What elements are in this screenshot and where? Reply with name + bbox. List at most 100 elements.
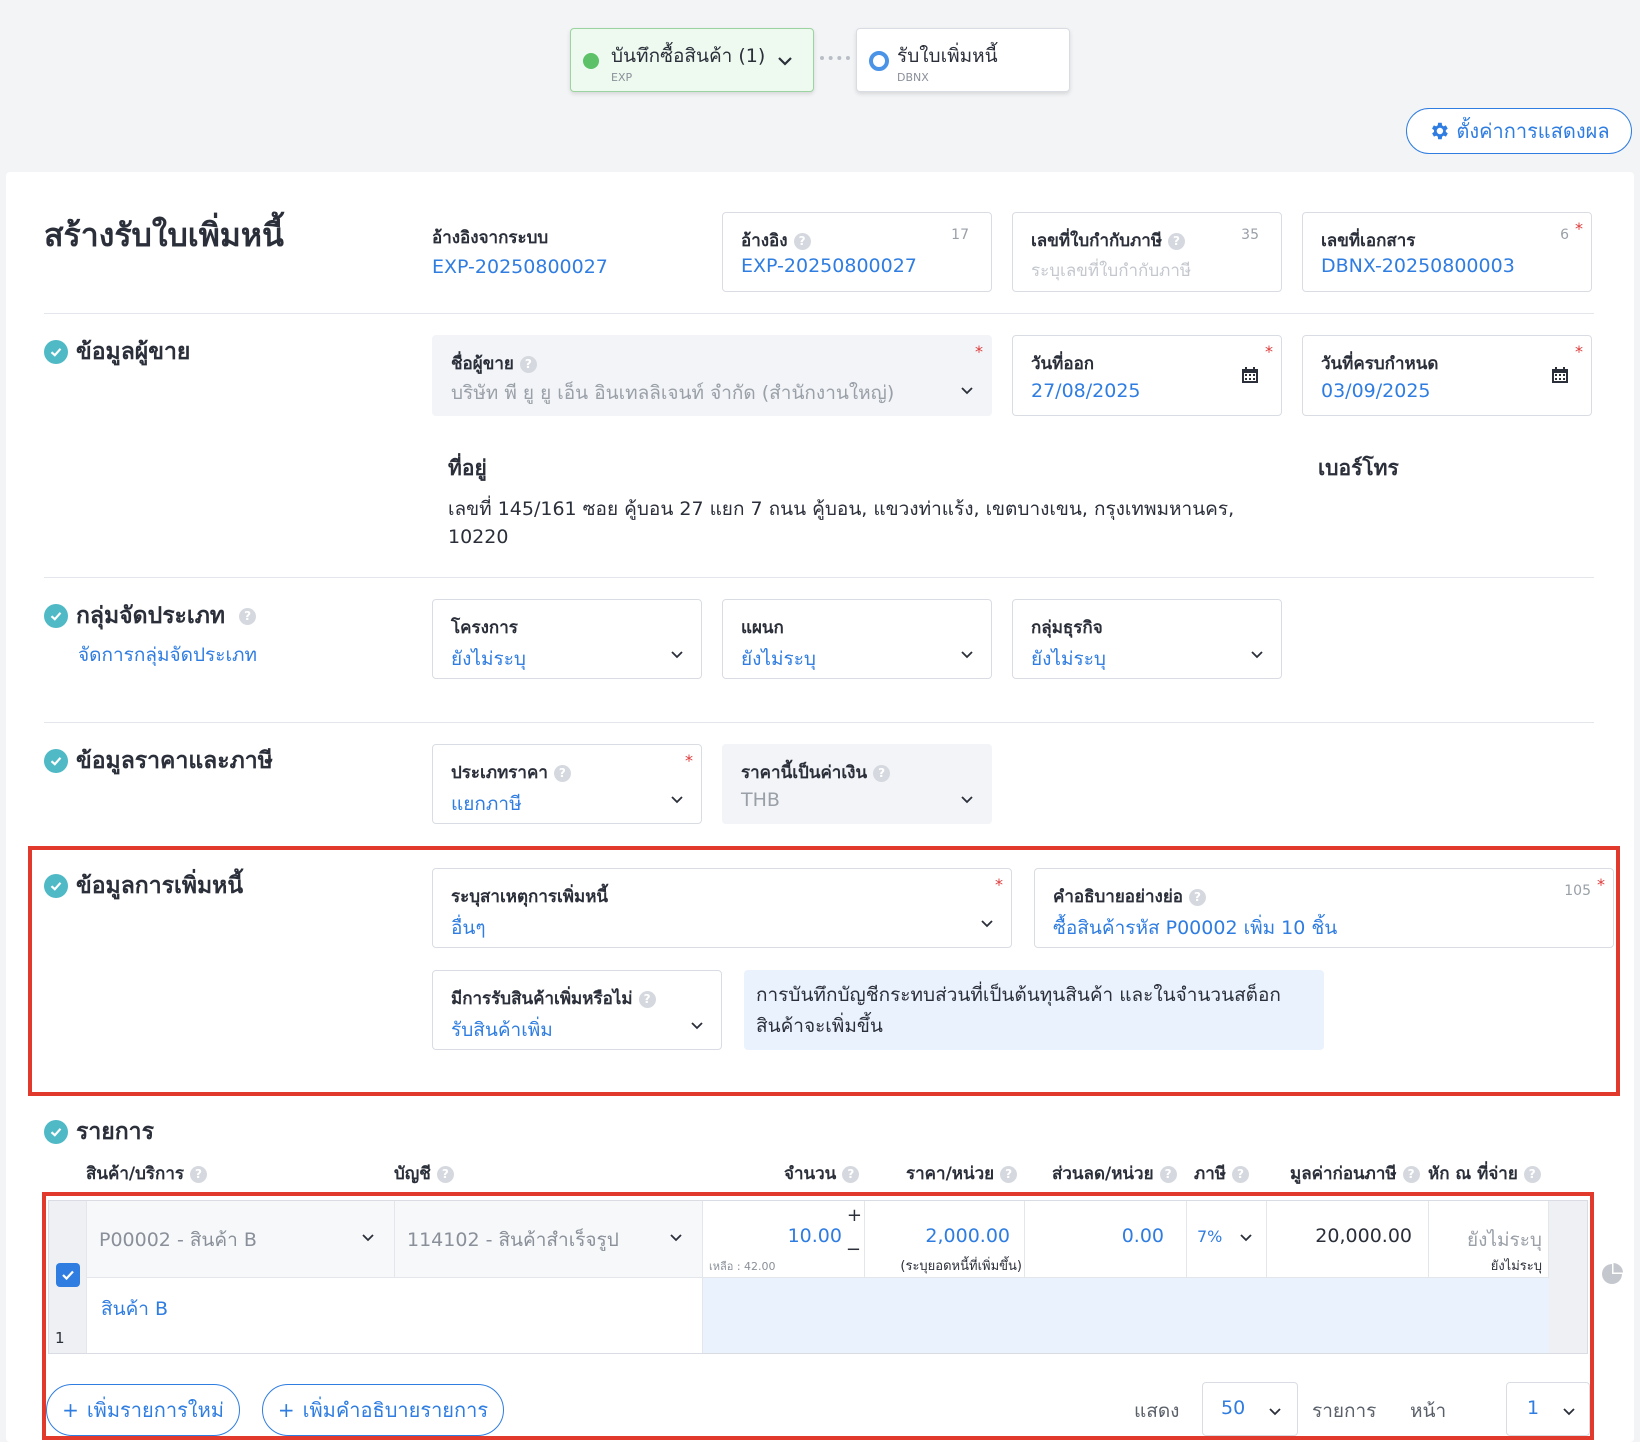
debit-reason-select[interactable]: ระบุสาเหตุการเพิ่มหนี้ * อื่นๆ [432,868,1012,948]
page-label: หน้า [1410,1400,1447,1422]
debit-reason-label: ระบุสาเหตุการเพิ่มหนี้ [451,887,609,907]
business-group-label: กลุ่มธุรกิจ [1031,618,1103,638]
items-label: รายการ [1312,1400,1377,1422]
project-select[interactable]: โครงการ ยังไม่ระบุ [432,599,702,679]
address-line-1: เลขที่ 145/161 ซอย คู้บอน 27 แยก 7 ถนน ค… [448,498,1235,520]
page-title: สร้างรับใบเพิ่มหนี้ [44,216,284,254]
price-type-value: แยกภาษี [451,793,522,815]
reference-value: EXP-20250800027 [741,255,917,277]
help-icon: ? [436,1165,454,1183]
calendar-icon[interactable] [1241,366,1259,384]
short-description-label: คำอธิบายอย่างย่อ [1053,887,1183,907]
seller-name-value: บริษัท พี ยู ยู เอ็น อินเทลลิเจนท์ จำกัด… [451,382,895,404]
items-section-title: รายการ [76,1119,154,1145]
char-count: 6 [1560,227,1569,243]
help-icon: ? [1523,1165,1541,1183]
help-icon: ? [638,990,656,1008]
items-section-heading: รายการ [44,1114,154,1150]
seller-name-select[interactable]: ชื่อผู้ขาย? * บริษัท พี ยู ยู เอ็น อินเท… [432,335,992,416]
chevron-down-icon [1251,651,1263,659]
current-step-icon [869,51,889,71]
pricing-section-heading: ข้อมูลราคาและภาษี [44,743,273,779]
step-code: DBNX [897,71,929,84]
info-line-2: สินค้าจะเพิ่มขึ้น [756,1015,883,1037]
plus-icon: + [62,1398,79,1422]
show-label: แสดง [1134,1400,1180,1422]
debit-reason-value: อื่นๆ [451,917,486,939]
receive-goods-value: รับสินค้าเพิ่ม [451,1019,553,1041]
required-mark: * [995,875,1003,894]
status-dot-icon [583,53,599,69]
step-title: รับใบเพิ่มหนี้ [897,45,998,67]
pie-chart-icon[interactable] [1600,1262,1624,1286]
short-description-field[interactable]: คำอธิบายอย่างย่อ? 105 * ซื้อสินค้ารหัส P… [1034,868,1614,948]
tax-invoice-placeholder: ระบุเลขที่ใบกำกับภาษี [1031,261,1192,281]
seller-name-label: ชื่อผู้ขาย [451,354,514,374]
help-icon: ? [519,355,537,373]
required-mark: * [1575,219,1583,238]
system-ref-link[interactable]: EXP-20250800027 [432,256,608,278]
project-label: โครงการ [451,618,518,638]
add-item-button[interactable]: + เพิ่มรายการใหม่ [46,1384,240,1436]
business-group-select[interactable]: กลุ่มธุรกิจ ยังไม่ระบุ [1012,599,1282,679]
help-icon: ? [1159,1165,1177,1183]
add-description-button[interactable]: + เพิ่มคำอธิบายรายการ [262,1384,504,1436]
document-no-field[interactable]: เลขที่เอกสาร 6 * DBNX-20250800003 [1302,212,1592,292]
department-label: แผนก [741,618,784,638]
short-description-value: ซื้อสินค้ารหัส P00002 เพิ่ม 10 ชิ้น [1053,917,1338,939]
seller-section-heading: ข้อมูลผู้ขาย [44,334,190,370]
chevron-down-icon [691,1022,703,1030]
char-count: 105 [1564,883,1591,899]
chevron-down-icon [961,387,973,395]
workflow-step-dbnx[interactable]: รับใบเพิ่มหนี้ DBNX [856,28,1070,92]
workflow-step-exp[interactable]: บันทึกซื้อสินค้า (1) EXP [570,28,814,92]
help-icon: ? [873,764,891,782]
page-number-value: 1 [1527,1397,1540,1419]
required-mark: * [685,751,693,770]
display-settings-button[interactable]: ตั้งค่าการแสดงผล [1406,108,1632,154]
check-circle-icon [44,1120,68,1144]
manage-groups-link[interactable]: จัดการกลุ่มจัดประเภท [78,640,257,670]
chevron-down-icon[interactable] [775,51,795,71]
issue-date-field[interactable]: วันที่ออก * 27/08/2025 [1012,335,1282,416]
due-date-field[interactable]: วันที่ครบกำหนด * 03/09/2025 [1302,335,1592,416]
receive-goods-select[interactable]: มีการรับสินค้าเพิ่มหรือไม่? รับสินค้าเพิ… [432,970,722,1050]
page-size-select[interactable]: 50 [1202,1382,1298,1436]
char-count: 17 [951,227,969,243]
chevron-down-icon [671,651,683,659]
required-mark: * [1265,342,1273,361]
display-settings-label: ตั้งค่าการแสดงผล [1456,119,1610,143]
calendar-icon[interactable] [1551,366,1569,384]
help-icon: ? [793,232,811,250]
check-circle-icon [44,604,68,628]
plus-icon: + [277,1398,295,1422]
currency-value: THB [741,789,780,811]
debit-section-heading: ข้อมูลการเพิ่มหนี้ [44,868,243,904]
workflow-connector [820,56,850,60]
col-unit-price: ราคา/หน่วย? [906,1160,1018,1187]
col-account: บัญชี? [394,1160,454,1187]
seller-section-title: ข้อมูลผู้ขาย [76,339,191,365]
page-number-select[interactable]: 1 [1506,1382,1590,1436]
check-circle-icon [44,749,68,773]
department-select[interactable]: แผนก ยังไม่ระบุ [722,599,992,679]
required-mark: * [1597,875,1605,894]
help-icon: ? [1189,888,1206,906]
col-pretax: มูลค่าก่อนภาษี? [1290,1160,1420,1187]
price-type-label: ประเภทราคา [451,763,548,783]
currency-select[interactable]: ราคานี้เป็นค่าเงิน? THB [722,744,992,824]
department-value: ยังไม่ระบุ [741,648,816,670]
chevron-down-icon [961,796,973,804]
chevron-down-icon [671,796,683,804]
address-label: ที่อยู่ [448,456,487,480]
pricing-section-title: ข้อมูลราคาและภาษี [76,748,273,774]
tax-invoice-field[interactable]: เลขที่ใบกำกับภาษี? 35 ระบุเลขที่ใบกำกับภ… [1012,212,1282,292]
help-icon: ? [842,1165,860,1183]
step-code: EXP [611,71,633,84]
help-icon: ? [1168,232,1186,250]
tax-invoice-label: เลขที่ใบกำกับภาษี [1031,231,1163,251]
reference-field[interactable]: อ้างอิง? 17 EXP-20250800027 [722,212,992,292]
help-icon: ? [190,1165,208,1183]
business-group-value: ยังไม่ระบุ [1031,648,1106,670]
price-type-select[interactable]: ประเภทราคา? * แยกภาษี [432,744,702,824]
